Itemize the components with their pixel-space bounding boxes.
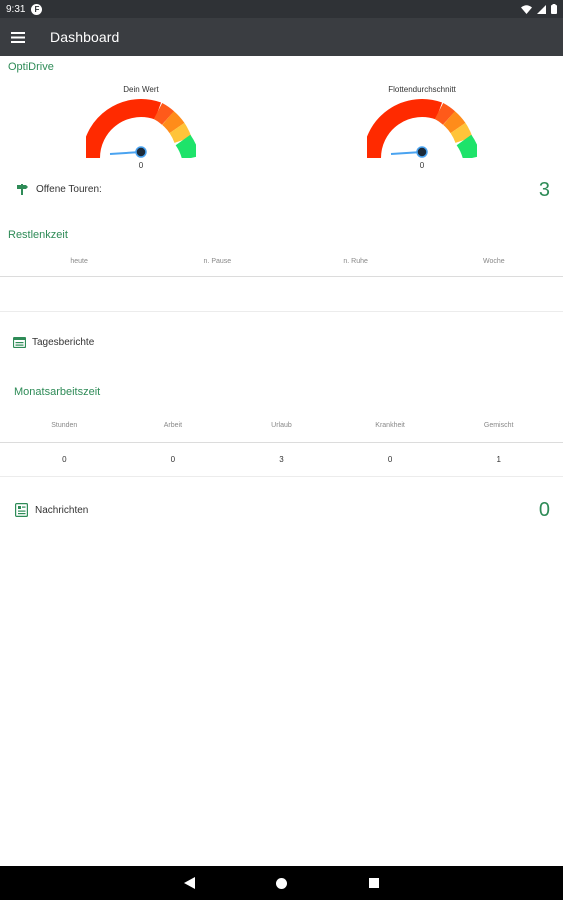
optidrive-title: OptiDrive (8, 61, 54, 73)
offene-touren-label: Offene Touren: (36, 183, 102, 195)
divider (0, 442, 563, 443)
column-header: Gemischt (483, 422, 514, 429)
restlenkzeit-header: heute n. Pause n. Ruhe Woche (10, 258, 563, 265)
column-header: heute (70, 258, 88, 265)
tagesberichte-row[interactable]: Tagesberichte (13, 337, 94, 348)
table-cell: 0 (62, 455, 67, 464)
column-header: Krankheit (375, 422, 405, 429)
nachrichten-label: Nachrichten (35, 504, 89, 516)
gauge-dein-wert: Dein Wert 0 (81, 85, 201, 170)
home-button[interactable] (275, 876, 289, 890)
column-header: Stunden (51, 422, 78, 429)
recents-button[interactable] (367, 876, 381, 890)
status-bar: 9:31 F (0, 0, 563, 18)
home-circle-icon (276, 877, 287, 889)
offene-touren-count: 3 (538, 179, 550, 201)
gauge-label: Flottendurchschnitt (388, 85, 456, 94)
report-icon (13, 337, 26, 348)
monatsarbeitszeit-header: Stunden Arbeit Urlaub Krankheit Gemischt (10, 422, 553, 429)
back-triangle-icon (184, 877, 195, 889)
nachrichten-row[interactable]: Nachrichten (15, 503, 88, 517)
monatsarbeitszeit-title: Monatsarbeitszeit (14, 386, 101, 398)
status-icons (521, 4, 557, 14)
signpost-icon (17, 184, 28, 195)
column-header: Arbeit (163, 422, 183, 429)
app-bar: Dashboard (0, 18, 563, 56)
table-cell: 0 (170, 455, 176, 464)
table-cell: 1 (496, 455, 501, 464)
divider (0, 276, 563, 277)
wifi-icon (521, 4, 532, 14)
gauge-flottendurchschnitt: Flottendurchschnitt 0 (362, 85, 482, 170)
gauge-dial (363, 99, 481, 161)
column-header: n. Ruhe (343, 258, 368, 265)
menu-button[interactable] (0, 18, 36, 56)
offene-touren-row[interactable]: Offene Touren: (16, 183, 102, 195)
gauge-label: Dein Wert (123, 85, 159, 94)
back-button[interactable] (183, 876, 197, 890)
messages-icon (15, 503, 28, 517)
gauge-value: 0 (419, 161, 425, 170)
dashboard-screen: 9:31 F Dashboard OptiDrive Dein Wert 0 F… (0, 0, 563, 900)
gauge-dial (82, 99, 200, 161)
status-time: 9:31 (6, 3, 26, 15)
system-navigation-bar (0, 866, 563, 900)
table-row: 0 0 3 0 1 (10, 455, 553, 464)
column-header: Woche (483, 258, 505, 265)
divider (0, 476, 563, 477)
notification-icon: F (31, 3, 43, 15)
gauge-value: 0 (138, 161, 144, 170)
battery-icon (551, 4, 557, 14)
restlenkzeit-title: Restlenkzeit (8, 229, 68, 241)
table-cell: 3 (279, 455, 284, 464)
hamburger-menu-icon (11, 31, 25, 43)
divider (0, 311, 563, 312)
nachrichten-count: 0 (538, 499, 550, 521)
tagesberichte-label: Tagesberichte (32, 337, 95, 348)
signal-icon (537, 4, 546, 14)
column-header: n. Pause (203, 258, 232, 265)
table-cell: 0 (387, 455, 393, 464)
page-title: Dashboard (50, 29, 120, 45)
column-header: Urlaub (271, 422, 292, 429)
recents-square-icon (368, 878, 379, 888)
